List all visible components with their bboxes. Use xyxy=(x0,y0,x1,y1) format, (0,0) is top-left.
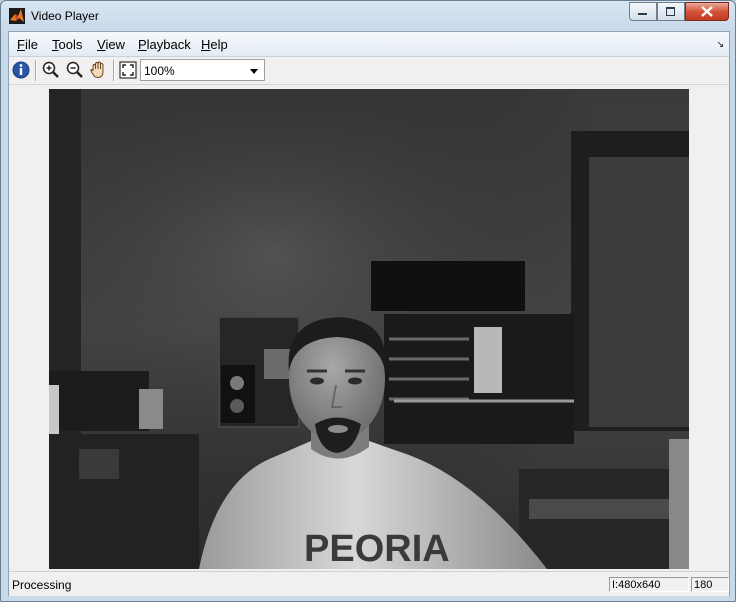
menu-playback[interactable]: Playback xyxy=(138,37,191,52)
close-icon xyxy=(701,6,713,17)
video-frame: PEORIA xyxy=(49,89,689,569)
matlab-logo-icon xyxy=(9,8,25,24)
menu-help-mnemonic: H xyxy=(201,37,211,52)
menu-tools[interactable]: Tools xyxy=(52,37,82,52)
title-bar[interactable]: Video Player xyxy=(1,1,735,31)
maximize-button[interactable] xyxy=(657,2,685,21)
menu-file-label: ile xyxy=(24,37,38,52)
video-image: PEORIA xyxy=(49,89,689,569)
video-viewport: PEORIA xyxy=(9,85,729,569)
info-icon[interactable] xyxy=(11,60,31,80)
menu-view-label: iew xyxy=(105,37,125,52)
toolbar: 100% xyxy=(9,57,729,85)
frame-number-field: 180 xyxy=(691,577,729,592)
toolbar-separator xyxy=(35,60,37,81)
window-controls xyxy=(629,2,729,21)
zoom-level-value: 100% xyxy=(144,64,175,78)
zoom-in-icon[interactable] xyxy=(41,60,61,80)
menu-playback-mnemonic: P xyxy=(138,37,147,52)
zoom-out-icon[interactable] xyxy=(65,60,85,80)
menu-playback-label: layback xyxy=(146,37,191,52)
status-text: Processing xyxy=(12,578,72,592)
hand-pan-icon[interactable] xyxy=(88,60,108,80)
minimize-button[interactable] xyxy=(629,2,657,21)
close-button[interactable] xyxy=(685,2,729,21)
window-title: Video Player xyxy=(31,9,99,23)
menu-view[interactable]: View xyxy=(97,37,125,52)
menu-bar: File Tools View Playback Help ↘ xyxy=(9,32,729,57)
client-area: File Tools View Playback Help ↘ 100% PEO… xyxy=(8,31,730,596)
toolbar-separator xyxy=(113,60,115,81)
video-player-window: Video Player File Tools View Playback He… xyxy=(0,0,736,602)
menu-file[interactable]: File xyxy=(17,37,38,52)
status-bar: Processing I:480x640 180 xyxy=(9,571,729,596)
shirt-text: PEORIA xyxy=(304,528,450,569)
menu-tools-label: ools xyxy=(58,37,83,52)
chevron-down-icon xyxy=(250,69,258,74)
dock-arrow-icon[interactable]: ↘ xyxy=(716,39,724,50)
menu-help[interactable]: Help xyxy=(201,37,228,52)
zoom-level-select[interactable]: 100% xyxy=(140,59,265,81)
menu-file-mnemonic: F xyxy=(17,37,25,52)
fit-to-window-icon[interactable] xyxy=(118,60,138,80)
resolution-field: I:480x640 xyxy=(609,577,689,592)
menu-help-label: elp xyxy=(210,37,228,52)
